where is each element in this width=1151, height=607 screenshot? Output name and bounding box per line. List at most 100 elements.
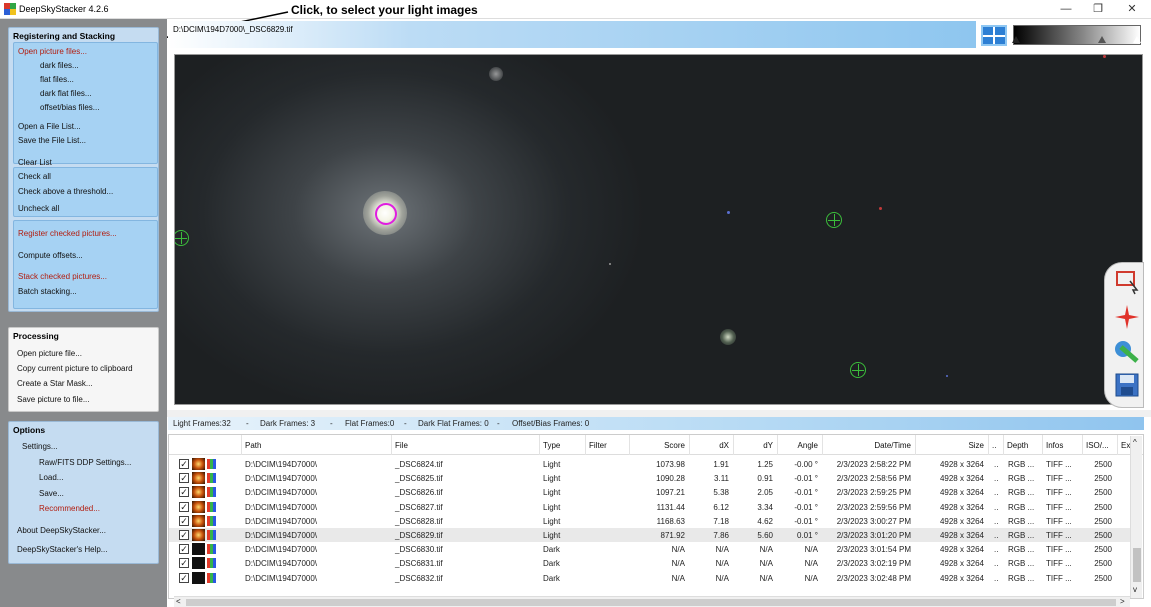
cell-dy: 2.05 — [757, 488, 773, 498]
table-row[interactable]: ✓ D:\DCIM\194D7000\ _DSC6828.tif Light 1168.… — [169, 514, 1132, 528]
image-preview[interactable] — [174, 54, 1143, 405]
mid-point-handle[interactable] — [1098, 36, 1106, 43]
cell-path: D:\DCIM\194D7000\ — [245, 545, 318, 555]
col-depth[interactable]: Depth — [1003, 435, 1042, 455]
select-rect-icon[interactable] — [1113, 267, 1141, 295]
batch-stacking-link[interactable]: Batch stacking... — [18, 287, 77, 296]
white-point-handle[interactable] — [1133, 36, 1141, 43]
col-dx[interactable]: dX — [689, 435, 733, 455]
cell-dx: 7.18 — [713, 516, 729, 526]
open-picture-file-link[interactable]: Open picture file... — [17, 349, 82, 358]
col-channels[interactable]: .. — [988, 435, 1003, 455]
row-checkbox[interactable]: ✓ — [179, 473, 189, 484]
offset-bias-files-link[interactable]: offset/bias files... — [40, 103, 99, 112]
cell-depth: RGB ... — [1008, 502, 1035, 512]
row-checkbox[interactable]: ✓ — [179, 558, 189, 569]
help-link[interactable]: DeepSkyStacker's Help... — [17, 545, 107, 554]
histogram-icon[interactable] — [1013, 25, 1141, 45]
compute-offsets-link[interactable]: Compute offsets... — [18, 251, 83, 260]
save-file-list-link[interactable]: Save the File List... — [18, 136, 86, 145]
table-row[interactable]: ✓ D:\DCIM\194D7000\ _DSC6824.tif Light 1073.… — [169, 457, 1132, 471]
col-score[interactable]: Score — [629, 435, 689, 455]
settings-link[interactable]: Settings... — [22, 442, 58, 451]
col-type[interactable]: Type — [539, 435, 585, 455]
row-checkbox[interactable]: ✓ — [179, 459, 189, 469]
table-row[interactable]: ✓ D:\DCIM\194D7000\ _DSC6827.tif Light 1131.… — [169, 500, 1132, 514]
cell-depth: RGB ... — [1008, 545, 1035, 555]
flat-files-link[interactable]: flat files... — [40, 75, 74, 84]
star-edit-icon[interactable] — [1113, 303, 1141, 331]
col-dy[interactable]: dY — [733, 435, 777, 455]
uncheck-all-link[interactable]: Uncheck all — [18, 204, 59, 213]
vertical-scrollbar[interactable]: ^ v — [1130, 436, 1142, 598]
maximize-button[interactable]: ❐ — [1081, 0, 1115, 19]
save-settings-link[interactable]: Save... — [39, 489, 64, 498]
stack-checked-link[interactable]: Stack checked pictures... — [18, 272, 107, 281]
minimize-button[interactable]: — — [1049, 0, 1083, 19]
black-point-handle[interactable] — [1012, 36, 1020, 43]
close-button[interactable]: ✕ — [1115, 0, 1149, 19]
cell-file: _DSC6830.tif — [395, 545, 443, 555]
row-checkbox[interactable]: ✓ — [179, 515, 189, 526]
row-checkbox[interactable]: ✓ — [179, 530, 189, 540]
col-path[interactable]: Path — [241, 435, 391, 455]
table-row[interactable]: ✓ D:\DCIM\194D7000\ _DSC6832.tif Dark N/A N/A… — [169, 571, 1132, 585]
col-iso[interactable]: ISO/... — [1082, 435, 1117, 455]
splitter[interactable] — [167, 410, 1151, 417]
clear-list-link[interactable]: Clear List — [18, 158, 52, 167]
row-checkbox[interactable]: ✓ — [179, 487, 189, 498]
row-checkbox[interactable]: ✓ — [179, 501, 189, 512]
check-all-link[interactable]: Check all — [18, 172, 51, 181]
cell-iso: 2500 — [1094, 460, 1112, 469]
save-picture-link[interactable]: Save picture to file... — [17, 395, 89, 404]
scroll-up-arrow[interactable]: ^ — [1133, 438, 1137, 447]
cell-infos: TIFF ... — [1046, 460, 1072, 469]
cell-datetime: 2/3/2023 2:58:56 PM — [836, 474, 911, 484]
create-star-mask-link[interactable]: Create a Star Mask... — [17, 379, 93, 388]
cell-datetime: 2/3/2023 3:02:19 PM — [836, 559, 911, 569]
vertical-scroll-thumb[interactable] — [1133, 548, 1141, 582]
horizontal-scroll-thumb[interactable] — [186, 599, 1116, 606]
row-checkbox[interactable]: ✓ — [179, 572, 189, 583]
scroll-down-arrow[interactable]: v — [1133, 585, 1137, 594]
horizontal-scrollbar[interactable]: < > — [174, 596, 1130, 607]
star — [727, 211, 730, 214]
table-row[interactable]: ✓ D:\DCIM\194D7000\ _DSC6829.tif Light 871.9… — [169, 528, 1132, 542]
save-icon[interactable] — [1113, 371, 1141, 399]
grid-icon[interactable] — [981, 25, 1007, 46]
col-datetime[interactable]: Date/Time — [822, 435, 915, 455]
cell-score: 1090.28 — [656, 474, 685, 484]
recommended-settings-link[interactable]: Recommended... — [39, 504, 100, 513]
comet-icon[interactable] — [1113, 337, 1141, 365]
col-file[interactable]: File — [391, 435, 539, 455]
load-settings-link[interactable]: Load... — [39, 473, 63, 482]
register-checked-link[interactable]: Register checked pictures... — [18, 229, 117, 238]
col-size[interactable]: Size — [915, 435, 988, 455]
star — [489, 67, 503, 81]
file-list-table: Path File Type Filter Score dX dY Angle … — [168, 434, 1144, 599]
table-header: Path File Type Filter Score dX dY Angle … — [169, 435, 1143, 455]
table-row[interactable]: ✓ D:\DCIM\194D7000\ _DSC6830.tif Dark N/A N/A… — [169, 542, 1132, 556]
scroll-right-arrow[interactable]: > — [1120, 597, 1125, 606]
open-picture-files-link[interactable]: Open picture files... — [18, 47, 87, 56]
col-infos[interactable]: Infos — [1042, 435, 1082, 455]
table-row[interactable]: ✓ D:\DCIM\194D7000\ _DSC6826.tif Light 1097.… — [169, 485, 1132, 499]
cell-type: Dark — [543, 545, 560, 555]
row-checkbox[interactable]: ✓ — [179, 544, 189, 555]
table-row[interactable]: ✓ D:\DCIM\194D7000\ _DSC6831.tif Dark N/A N/A… — [169, 556, 1132, 570]
cell-dots: .. — [994, 502, 999, 512]
col-angle[interactable]: Angle — [777, 435, 822, 455]
raw-fits-settings-link[interactable]: Raw/FITS DDP Settings... — [39, 458, 131, 467]
dark-files-link[interactable]: dark files... — [40, 61, 79, 70]
cell-type: Dark — [543, 573, 560, 583]
cell-dots: .. — [994, 573, 999, 583]
copy-clipboard-link[interactable]: Copy current picture to clipboard — [17, 364, 133, 373]
check-threshold-link[interactable]: Check above a threshold... — [18, 187, 113, 196]
open-file-list-link[interactable]: Open a File List... — [18, 122, 81, 131]
dark-flat-files-link[interactable]: dark flat files... — [40, 89, 92, 98]
about-link[interactable]: About DeepSkyStacker... — [17, 526, 106, 535]
cell-angle: -0.01 ° — [794, 516, 818, 526]
table-row[interactable]: ✓ D:\DCIM\194D7000\ _DSC6825.tif Light 1090.… — [169, 471, 1132, 485]
col-filter[interactable]: Filter — [585, 435, 629, 455]
scroll-left-arrow[interactable]: < — [176, 597, 181, 606]
